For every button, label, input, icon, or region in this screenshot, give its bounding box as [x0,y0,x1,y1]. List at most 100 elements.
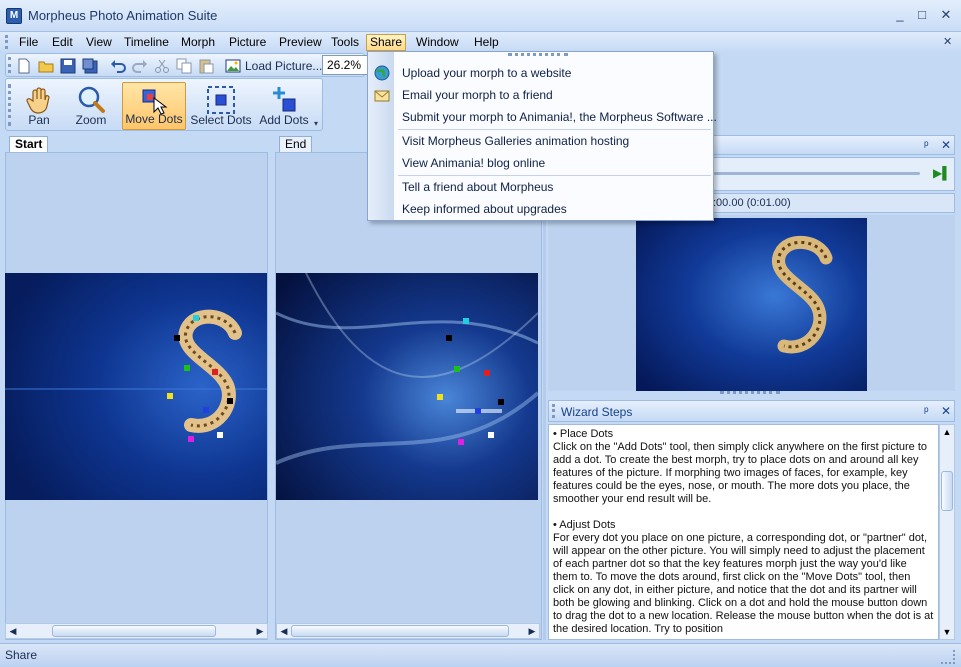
scroll-left-arrow-icon[interactable]: ◀ [277,624,291,638]
zoom-tool-button[interactable]: Zoom [61,82,121,130]
standard-toolbar: Load Picture... 26.2% [5,53,368,77]
app-logo-icon: M [6,8,22,24]
wizard-steps-content: • Place Dots Click on the "Add Dots" too… [548,424,939,640]
wizard-grip[interactable] [552,404,555,418]
select-dots-icon [207,86,235,114]
horizontal-splitter-grip[interactable] [720,391,780,394]
wizard-title: Wizard Steps [561,405,633,419]
menu-preview[interactable]: Preview [276,34,325,51]
cut-icon[interactable] [154,58,170,74]
menu-item-submit-animania[interactable]: Submit your morph to Animania!, the Morp… [402,107,717,127]
scroll-right-arrow-icon[interactable]: ▶ [253,624,267,638]
end-scroll-thumb[interactable] [291,625,509,637]
scroll-up-arrow-icon[interactable]: ▲ [940,425,954,439]
minimize-button[interactable]: _ [890,6,910,24]
close-button[interactable]: ✕ [936,6,956,24]
menu-item-view-blog[interactable]: View Animania! blog online [402,153,545,173]
wizard-step-adjust-dots-heading: • Adjust Dots [553,519,616,531]
menu-view[interactable]: View [83,34,115,51]
playback-slider[interactable] [714,172,920,175]
wizard-panel-header: Wizard Steps ᵖ ✕ [548,400,955,422]
resize-grip-icon[interactable] [941,650,955,664]
vertical-splitter[interactable] [543,152,546,640]
load-picture-button[interactable]: Load Picture... [245,59,322,73]
start-scroll-thumb[interactable] [52,625,216,637]
end-picture-canvas[interactable] [276,273,538,500]
scroll-left-arrow-icon[interactable]: ◀ [6,624,20,638]
status-bar: Share [0,643,961,667]
scroll-down-arrow-icon[interactable]: ▼ [940,625,954,639]
tab-start[interactable]: Start [9,136,49,152]
add-dots-tool-button[interactable]: Add Dots [254,82,314,130]
menu-item-email-morph[interactable]: Email your morph to a friend [402,85,553,105]
save-icon[interactable] [60,58,76,74]
load-picture-icon[interactable] [225,58,241,74]
time-readout: :00.00 (0:01.00) [713,197,791,209]
redo-icon[interactable] [132,58,148,74]
add-dots-tool-label: Add Dots [259,113,309,127]
wizard-step-place-dots-heading: • Place Dots [553,428,614,440]
preview-frame-image [636,218,867,391]
pin-icon[interactable]: ᵖ [924,136,929,154]
menu-separator [398,175,711,176]
menu-tearoff-grip[interactable] [508,53,568,56]
restore-button[interactable]: □ [912,6,932,24]
wizard-pin-icon[interactable]: ᵖ [924,402,929,420]
menu-separator [398,129,711,130]
zoom-tool-label: Zoom [75,113,107,127]
open-folder-icon[interactable] [38,58,54,74]
menu-tools[interactable]: Tools [328,34,362,51]
status-text: Share [5,648,38,662]
move-dots-tool-label: Move Dots [125,112,183,126]
mdi-close-button[interactable]: ✕ [940,34,955,51]
copy-icon[interactable] [176,58,192,74]
play-icon[interactable]: ▶▌ [933,166,951,180]
wizard-step-adjust-dots-body: For every dot you place on one picture, … [553,532,934,635]
toolbar-grip[interactable] [8,57,11,73]
menubar-grip[interactable] [5,35,8,49]
menu-item-keep-informed[interactable]: Keep informed about upgrades [402,199,567,219]
zoom-level-field[interactable]: 26.2% [322,55,368,75]
hand-icon [26,87,50,114]
scroll-right-arrow-icon[interactable]: ▶ [525,624,539,638]
menu-item-tell-friend[interactable]: Tell a friend about Morpheus [402,177,553,197]
menu-edit[interactable]: Edit [49,34,76,51]
title-bar: M Morpheus Photo Animation Suite _ □ ✕ [0,0,961,32]
menu-item-visit-galleries[interactable]: Visit Morpheus Galleries animation hosti… [402,131,629,151]
pan-tool-label: Pan [28,113,50,127]
globe-icon [374,65,390,81]
share-dropdown-menu: Upload your morph to a website Email you… [367,51,717,221]
window-title: Morpheus Photo Animation Suite [28,8,218,23]
tools-toolbar: Pan Zoom Move Dots Select Dots Add Dots … [5,78,323,131]
magnifier-icon [78,86,105,113]
menu-share[interactable]: Share [366,34,407,51]
pan-tool-button[interactable]: Pan [9,82,69,130]
menu-timeline[interactable]: Timeline [121,34,172,51]
save-all-icon[interactable] [82,58,98,74]
tab-end[interactable]: End [279,136,313,152]
start-picture-canvas[interactable] [5,273,267,500]
undo-icon[interactable] [110,58,126,74]
new-file-icon[interactable] [16,58,32,74]
email-icon [374,90,390,102]
preview-close-icon[interactable]: ✕ [941,136,951,154]
menu-help[interactable]: Help [471,34,502,51]
wizard-close-icon[interactable]: ✕ [941,402,951,420]
select-dots-tool-button[interactable]: Select Dots [188,82,254,130]
paste-icon[interactable] [198,58,214,74]
start-horizontal-scrollbar[interactable]: ◀ ▶ [5,623,268,639]
move-dots-tool-button[interactable]: Move Dots [122,82,186,130]
menu-picture[interactable]: Picture [226,34,269,51]
menu-bar: File Edit View Timeline Morph Picture Pr… [0,32,961,52]
menu-file[interactable]: File [16,34,41,51]
menu-item-upload-morph[interactable]: Upload your morph to a website [402,63,571,83]
add-dots-icon [273,87,296,112]
end-horizontal-scrollbar[interactable]: ◀ ▶ [276,623,540,639]
select-dots-tool-label: Select Dots [190,113,252,127]
menu-morph[interactable]: Morph [178,34,218,51]
toolbar-overflow-icon[interactable]: ▾ [314,119,318,128]
wizard-step-place-dots-body: Click on the "Add Dots" tool, then simpl… [553,441,928,505]
wizard-scroll-thumb[interactable] [941,471,953,511]
menu-window[interactable]: Window [413,34,462,51]
wizard-vertical-scrollbar[interactable]: ▲ ▼ [939,424,955,640]
